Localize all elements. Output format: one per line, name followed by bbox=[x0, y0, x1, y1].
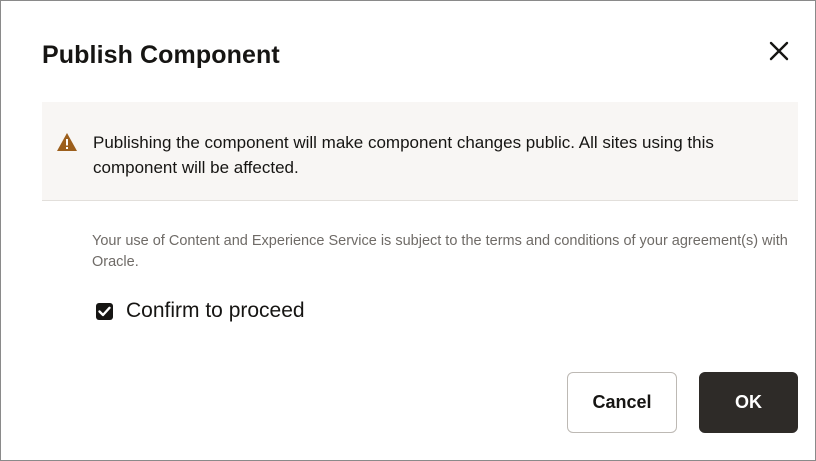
dialog-title: Publish Component bbox=[42, 41, 280, 69]
confirm-label: Confirm to proceed bbox=[126, 299, 305, 322]
warning-text: Publishing the component will make compo… bbox=[93, 133, 714, 177]
ok-button[interactable]: OK bbox=[699, 372, 798, 433]
close-icon bbox=[769, 41, 789, 61]
confirm-checkbox-row[interactable]: Confirm to proceed bbox=[96, 299, 305, 323]
publish-component-dialog: Publish Component Publishing the compone… bbox=[0, 0, 816, 461]
checkmark-icon bbox=[98, 306, 111, 316]
terms-text: Your use of Content and Experience Servi… bbox=[92, 233, 788, 270]
confirm-checkbox[interactable] bbox=[96, 302, 113, 320]
warning-triangle-icon bbox=[57, 133, 77, 151]
cancel-button[interactable]: Cancel bbox=[567, 372, 677, 433]
warning-message: Publishing the component will make compo… bbox=[42, 102, 798, 201]
close-button[interactable] bbox=[763, 35, 795, 67]
